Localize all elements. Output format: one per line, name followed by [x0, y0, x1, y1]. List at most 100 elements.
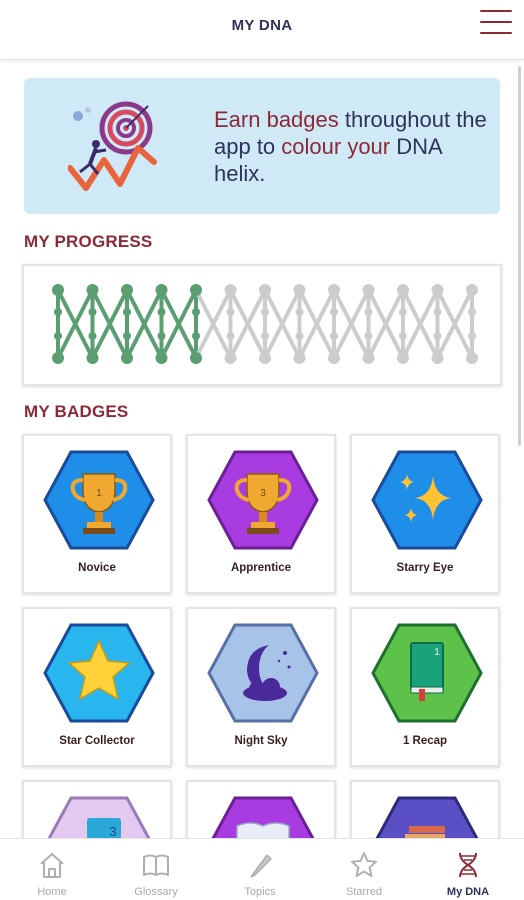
app-header: MY DNA — [0, 0, 524, 60]
helix-node — [192, 308, 200, 316]
badge-hexagon — [375, 796, 479, 838]
helix-node — [259, 352, 271, 364]
badge-hexagon — [207, 623, 319, 723]
helix-node — [468, 332, 476, 340]
helix-node — [293, 284, 306, 296]
badge-label: Star Collector — [59, 735, 135, 747]
nav-my-dna-label: My DNA — [446, 886, 490, 898]
helix-node — [190, 284, 202, 296]
scrollbar[interactable] — [518, 66, 521, 446]
badge-label: Apprentice — [230, 562, 292, 574]
helix-node — [155, 284, 168, 296]
helix-node — [397, 352, 409, 364]
helix-node — [54, 308, 62, 316]
badge-card[interactable]: Starry Eye — [350, 434, 500, 594]
badge-card[interactable]: 3 — [22, 780, 172, 838]
cards-icon: 3 — [87, 818, 121, 838]
info-banner: Earn badges throughout the app to colour… — [24, 78, 500, 214]
helix-node — [121, 352, 133, 364]
helix-node — [52, 352, 64, 364]
badges-heading: MY BADGES — [24, 402, 129, 421]
helix-node — [364, 308, 373, 316]
helix-node — [157, 308, 166, 316]
svg-text:1: 1 — [434, 647, 440, 658]
badge-hexagon — [211, 796, 315, 838]
helix-node — [328, 284, 340, 296]
helix-node — [362, 284, 375, 296]
nav-starred-label: Starred — [345, 886, 383, 898]
nav-starred[interactable]: Starred — [312, 839, 416, 900]
helix-node — [433, 332, 442, 340]
helix-node — [261, 332, 269, 340]
badge-label: Night Sky — [234, 735, 288, 747]
badge-card[interactable]: 1 1 Recap — [350, 607, 500, 767]
nav-topics[interactable]: Topics — [208, 839, 312, 900]
banner-highlight: colour your — [281, 134, 391, 159]
dna-helix-progress — [52, 284, 478, 364]
badge-hexagon: 1 — [371, 623, 483, 723]
helix-node — [155, 352, 168, 364]
page-title: MY DNA — [231, 17, 293, 34]
nav-glossary[interactable]: Glossary — [104, 839, 208, 900]
helix-node — [399, 332, 407, 340]
nav-home-label: Home — [37, 886, 67, 898]
helix-node — [86, 284, 99, 296]
banner-text: Earn badges throughout the app to colour… — [214, 106, 496, 187]
helix-node — [397, 284, 409, 296]
badge-label: Starry Eye — [396, 562, 454, 574]
svg-text:3: 3 — [109, 824, 116, 838]
helix-node — [466, 284, 478, 296]
helix-node — [330, 332, 338, 340]
badge-hexagon — [43, 623, 155, 723]
home-icon — [40, 853, 64, 878]
helix-node — [293, 352, 306, 364]
badge-card[interactable] — [186, 780, 336, 838]
badge-card[interactable]: Star Collector — [22, 607, 172, 767]
helix-node — [330, 308, 338, 316]
badge-card[interactable] — [350, 780, 500, 838]
badge-card[interactable]: 3 Apprentice — [186, 434, 336, 594]
open-book-icon — [236, 822, 290, 838]
badge-card[interactable]: Night Sky — [186, 607, 336, 767]
helix-node — [364, 332, 373, 340]
helix-node — [431, 352, 444, 364]
nav-home[interactable]: Home — [0, 839, 104, 900]
target-runner-illustration-icon — [68, 101, 157, 191]
helix-node — [88, 308, 97, 316]
pencil-icon — [250, 854, 272, 878]
helix-node — [226, 308, 235, 316]
badge-label: 1 Recap — [402, 735, 448, 747]
badge-hexagon: 3 — [207, 450, 319, 550]
dna-progress-card — [22, 264, 502, 386]
dna-icon — [459, 852, 477, 878]
helix-node — [121, 284, 133, 296]
helix-node — [123, 332, 131, 340]
hamburger-menu-icon[interactable] — [480, 8, 512, 36]
main-content[interactable]: Earn badges throughout the app to colour… — [0, 62, 524, 838]
helix-node — [362, 352, 375, 364]
helix-node — [224, 352, 237, 364]
book-icon: 1 — [410, 642, 444, 701]
helix-node — [54, 332, 62, 340]
helix-node — [157, 332, 166, 340]
helix-node — [295, 332, 304, 340]
badge-label: Novice — [78, 562, 116, 574]
badge-hexagon — [371, 450, 483, 550]
bottom-navigation: Home Glossary Topics Starred My DNA — [0, 838, 524, 900]
svg-text:1: 1 — [96, 488, 102, 499]
badge-card[interactable]: 1 Novice — [22, 434, 172, 594]
helix-node — [433, 308, 442, 316]
helix-node — [224, 284, 237, 296]
badge-hexagon: 1 — [43, 450, 155, 550]
books-stack-icon — [405, 826, 445, 838]
helix-node — [259, 284, 271, 296]
helix-node — [226, 332, 235, 340]
progress-heading: MY PROGRESS — [24, 232, 153, 251]
helix-node — [466, 352, 478, 364]
nav-topics-label: Topics — [244, 886, 276, 898]
nav-my-dna[interactable]: My DNA — [416, 839, 520, 900]
helix-node — [399, 308, 407, 316]
helix-node — [295, 308, 304, 316]
helix-node — [86, 352, 99, 364]
helix-node — [468, 308, 476, 316]
